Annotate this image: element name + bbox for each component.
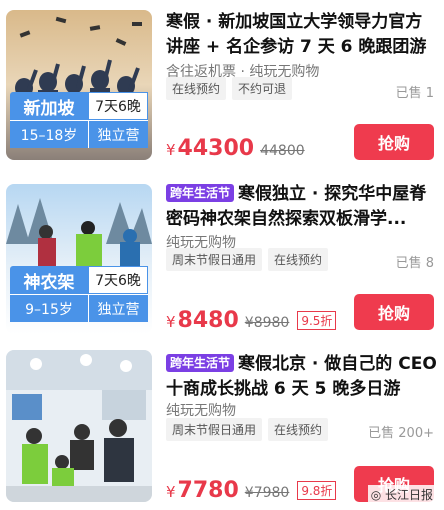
- product-subtitle: 纯玩无购物: [166, 403, 236, 419]
- sold-count: 已售 8: [395, 256, 434, 271]
- tag: 周末节假日通用: [166, 248, 263, 271]
- product-title-block[interactable]: 跨年生活节 寒假北京 · 做自己的 CEO 十商成长挑战 6 天 5 晚多日游: [166, 352, 438, 402]
- product-image[interactable]: [6, 350, 152, 502]
- sold-count: 已售 200+: [368, 426, 434, 441]
- product-card[interactable]: 神农架 7天6晚 9–15岁 独立营 跨年生活节 寒假独立 · 探究华中屋脊密码神…: [0, 174, 444, 344]
- tag: 在线预约: [166, 77, 227, 100]
- badge-type: 独立营: [88, 294, 148, 322]
- tag-list: 周末节假日通用 在线预约: [166, 418, 329, 441]
- badge-age: 9–15岁: [10, 294, 88, 322]
- currency-symbol: ¥: [166, 313, 176, 331]
- watermark-text: 长江日报: [384, 488, 433, 502]
- tag-list: 在线预约 不约可退: [166, 77, 293, 100]
- watermark: ◎ 长江日报: [367, 485, 436, 504]
- badge-age: 15–18岁: [10, 120, 88, 148]
- discount-badge: 9.5折: [297, 311, 337, 330]
- festival-badge: 跨年生活节: [166, 184, 235, 202]
- trip-badge: 神农架 7天6晚 9–15岁 独立营: [6, 266, 152, 328]
- product-image[interactable]: 神农架 7天6晚 9–15岁 独立营: [6, 184, 152, 334]
- product-card[interactable]: 新加坡 7天6晚 15–18岁 独立营 寒假 · 新加坡国立大学领导力官方讲座 …: [0, 0, 444, 170]
- tag: 周末节假日通用: [166, 418, 263, 441]
- price: 8480: [177, 308, 239, 333]
- badge-place: 新加坡: [10, 92, 88, 120]
- trip-badge: 新加坡 7天6晚 15–18岁 独立营: [6, 92, 152, 154]
- price-row: ¥ 44300 44800: [166, 136, 305, 161]
- price: 44300: [177, 136, 255, 161]
- buy-button[interactable]: 抢购: [354, 294, 434, 330]
- tag: 在线预约: [268, 248, 329, 271]
- price-row: ¥ 8480 ¥8980 9.5折: [166, 308, 337, 333]
- festival-badge: 跨年生活节: [166, 354, 235, 372]
- sold-count: 已售 1: [395, 86, 434, 101]
- product-image[interactable]: 新加坡 7天6晚 15–18岁 独立营: [6, 10, 152, 160]
- badge-place: 神农架: [10, 266, 88, 294]
- currency-symbol: ¥: [166, 141, 176, 159]
- original-price: 44800: [260, 143, 305, 159]
- product-title[interactable]: 寒假 · 新加坡国立大学领导力官方讲座 + 名企参访 7 天 6 晚跟团游: [166, 10, 438, 60]
- tag: 在线预约: [268, 418, 329, 441]
- discount-badge: 9.8折: [297, 481, 337, 500]
- classroom-photo: [6, 350, 152, 502]
- product-title-block[interactable]: 跨年生活节 寒假独立 · 探究华中屋脊密码神农架自然探索双板滑学...: [166, 182, 438, 232]
- original-price: ¥8980: [244, 315, 290, 331]
- price-row: ¥ 7780 ¥7980 9.8折: [166, 478, 337, 503]
- original-price: ¥7980: [244, 485, 290, 501]
- buy-button[interactable]: 抢购: [354, 124, 434, 160]
- price: 7780: [177, 478, 239, 503]
- badge-days: 7天6晚: [88, 266, 148, 294]
- currency-symbol: ¥: [166, 483, 176, 501]
- tag: 不约可退: [232, 77, 293, 100]
- tag-list: 周末节假日通用 在线预约: [166, 248, 329, 271]
- badge-type: 独立营: [88, 120, 148, 148]
- badge-days: 7天6晚: [88, 92, 148, 120]
- watermark-icon: ◎: [370, 488, 385, 502]
